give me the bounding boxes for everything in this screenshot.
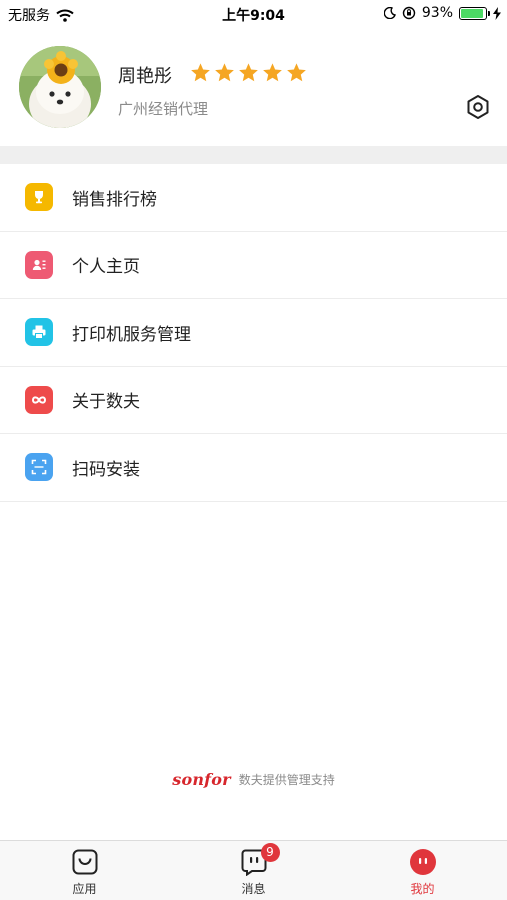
- menu-item-label: 扫码安装: [72, 459, 140, 480]
- support-text: 数夫提供管理支持: [238, 773, 335, 787]
- menu-list: 销售排行榜 个人主页 打印机服务管理 关于数夫 扫码安装: [0, 164, 507, 502]
- menu-item-label: 打印机服务管理: [72, 324, 191, 345]
- scan-icon: [25, 453, 53, 482]
- menu-item-personal-page[interactable]: 个人主页: [0, 231, 507, 299]
- settings-icon[interactable]: [465, 94, 491, 120]
- menu-item-label: 销售排行榜: [72, 189, 157, 210]
- rating-stars: [190, 62, 307, 83]
- avatar[interactable]: [19, 46, 101, 128]
- battery-percent: 93%: [421, 5, 453, 21]
- footer-brand: sonfor 数夫提供管理支持: [0, 770, 507, 789]
- trophy-icon: [25, 183, 53, 212]
- menu-item-label: 个人主页: [72, 257, 140, 278]
- user-role: 广州经销代理: [118, 100, 209, 118]
- tab-messages[interactable]: 9 消息: [169, 841, 338, 900]
- tab-label: 我的: [410, 882, 435, 896]
- star-icon: [239, 63, 258, 82]
- infinity-icon: [25, 385, 53, 414]
- contact-card-icon: [25, 250, 53, 279]
- tab-me[interactable]: 我的: [338, 841, 507, 900]
- section-divider: [0, 146, 507, 164]
- star-icon: [287, 63, 306, 82]
- brand-logo: sonfor: [172, 770, 231, 789]
- charging-icon: [493, 6, 501, 20]
- rotation-lock-icon: [402, 6, 416, 20]
- menu-item-printer-service[interactable]: 打印机服务管理: [0, 299, 507, 367]
- tab-label: 消息: [241, 882, 266, 896]
- printer-icon: [25, 318, 53, 347]
- tab-label: 应用: [72, 882, 97, 896]
- menu-item-scan-install[interactable]: 扫码安装: [0, 434, 507, 502]
- message-badge: 9: [260, 843, 280, 862]
- battery-icon: [459, 6, 490, 20]
- star-icon: [263, 63, 282, 82]
- user-name: 周艳彤: [118, 66, 172, 87]
- profile-header: 周艳彤 广州经销代理: [0, 28, 507, 146]
- status-right: 93%: [383, 5, 501, 21]
- message-icon-wrap: 9: [240, 843, 280, 877]
- tab-apps[interactable]: 应用: [0, 841, 169, 900]
- menu-item-about-sonfor[interactable]: 关于数夫: [0, 366, 507, 434]
- menu-item-label: 关于数夫: [72, 392, 140, 413]
- tab-bar: 应用 9 消息 我的: [0, 840, 507, 900]
- status-bar: 无服务 上午9:04 93%: [0, 0, 507, 28]
- star-icon: [191, 63, 210, 82]
- moon-icon: [383, 7, 396, 19]
- menu-item-sales-ranking[interactable]: 销售排行榜: [0, 164, 507, 232]
- me-face-icon: [409, 849, 436, 875]
- shopping-bag-icon: [72, 849, 97, 875]
- star-icon: [215, 63, 234, 82]
